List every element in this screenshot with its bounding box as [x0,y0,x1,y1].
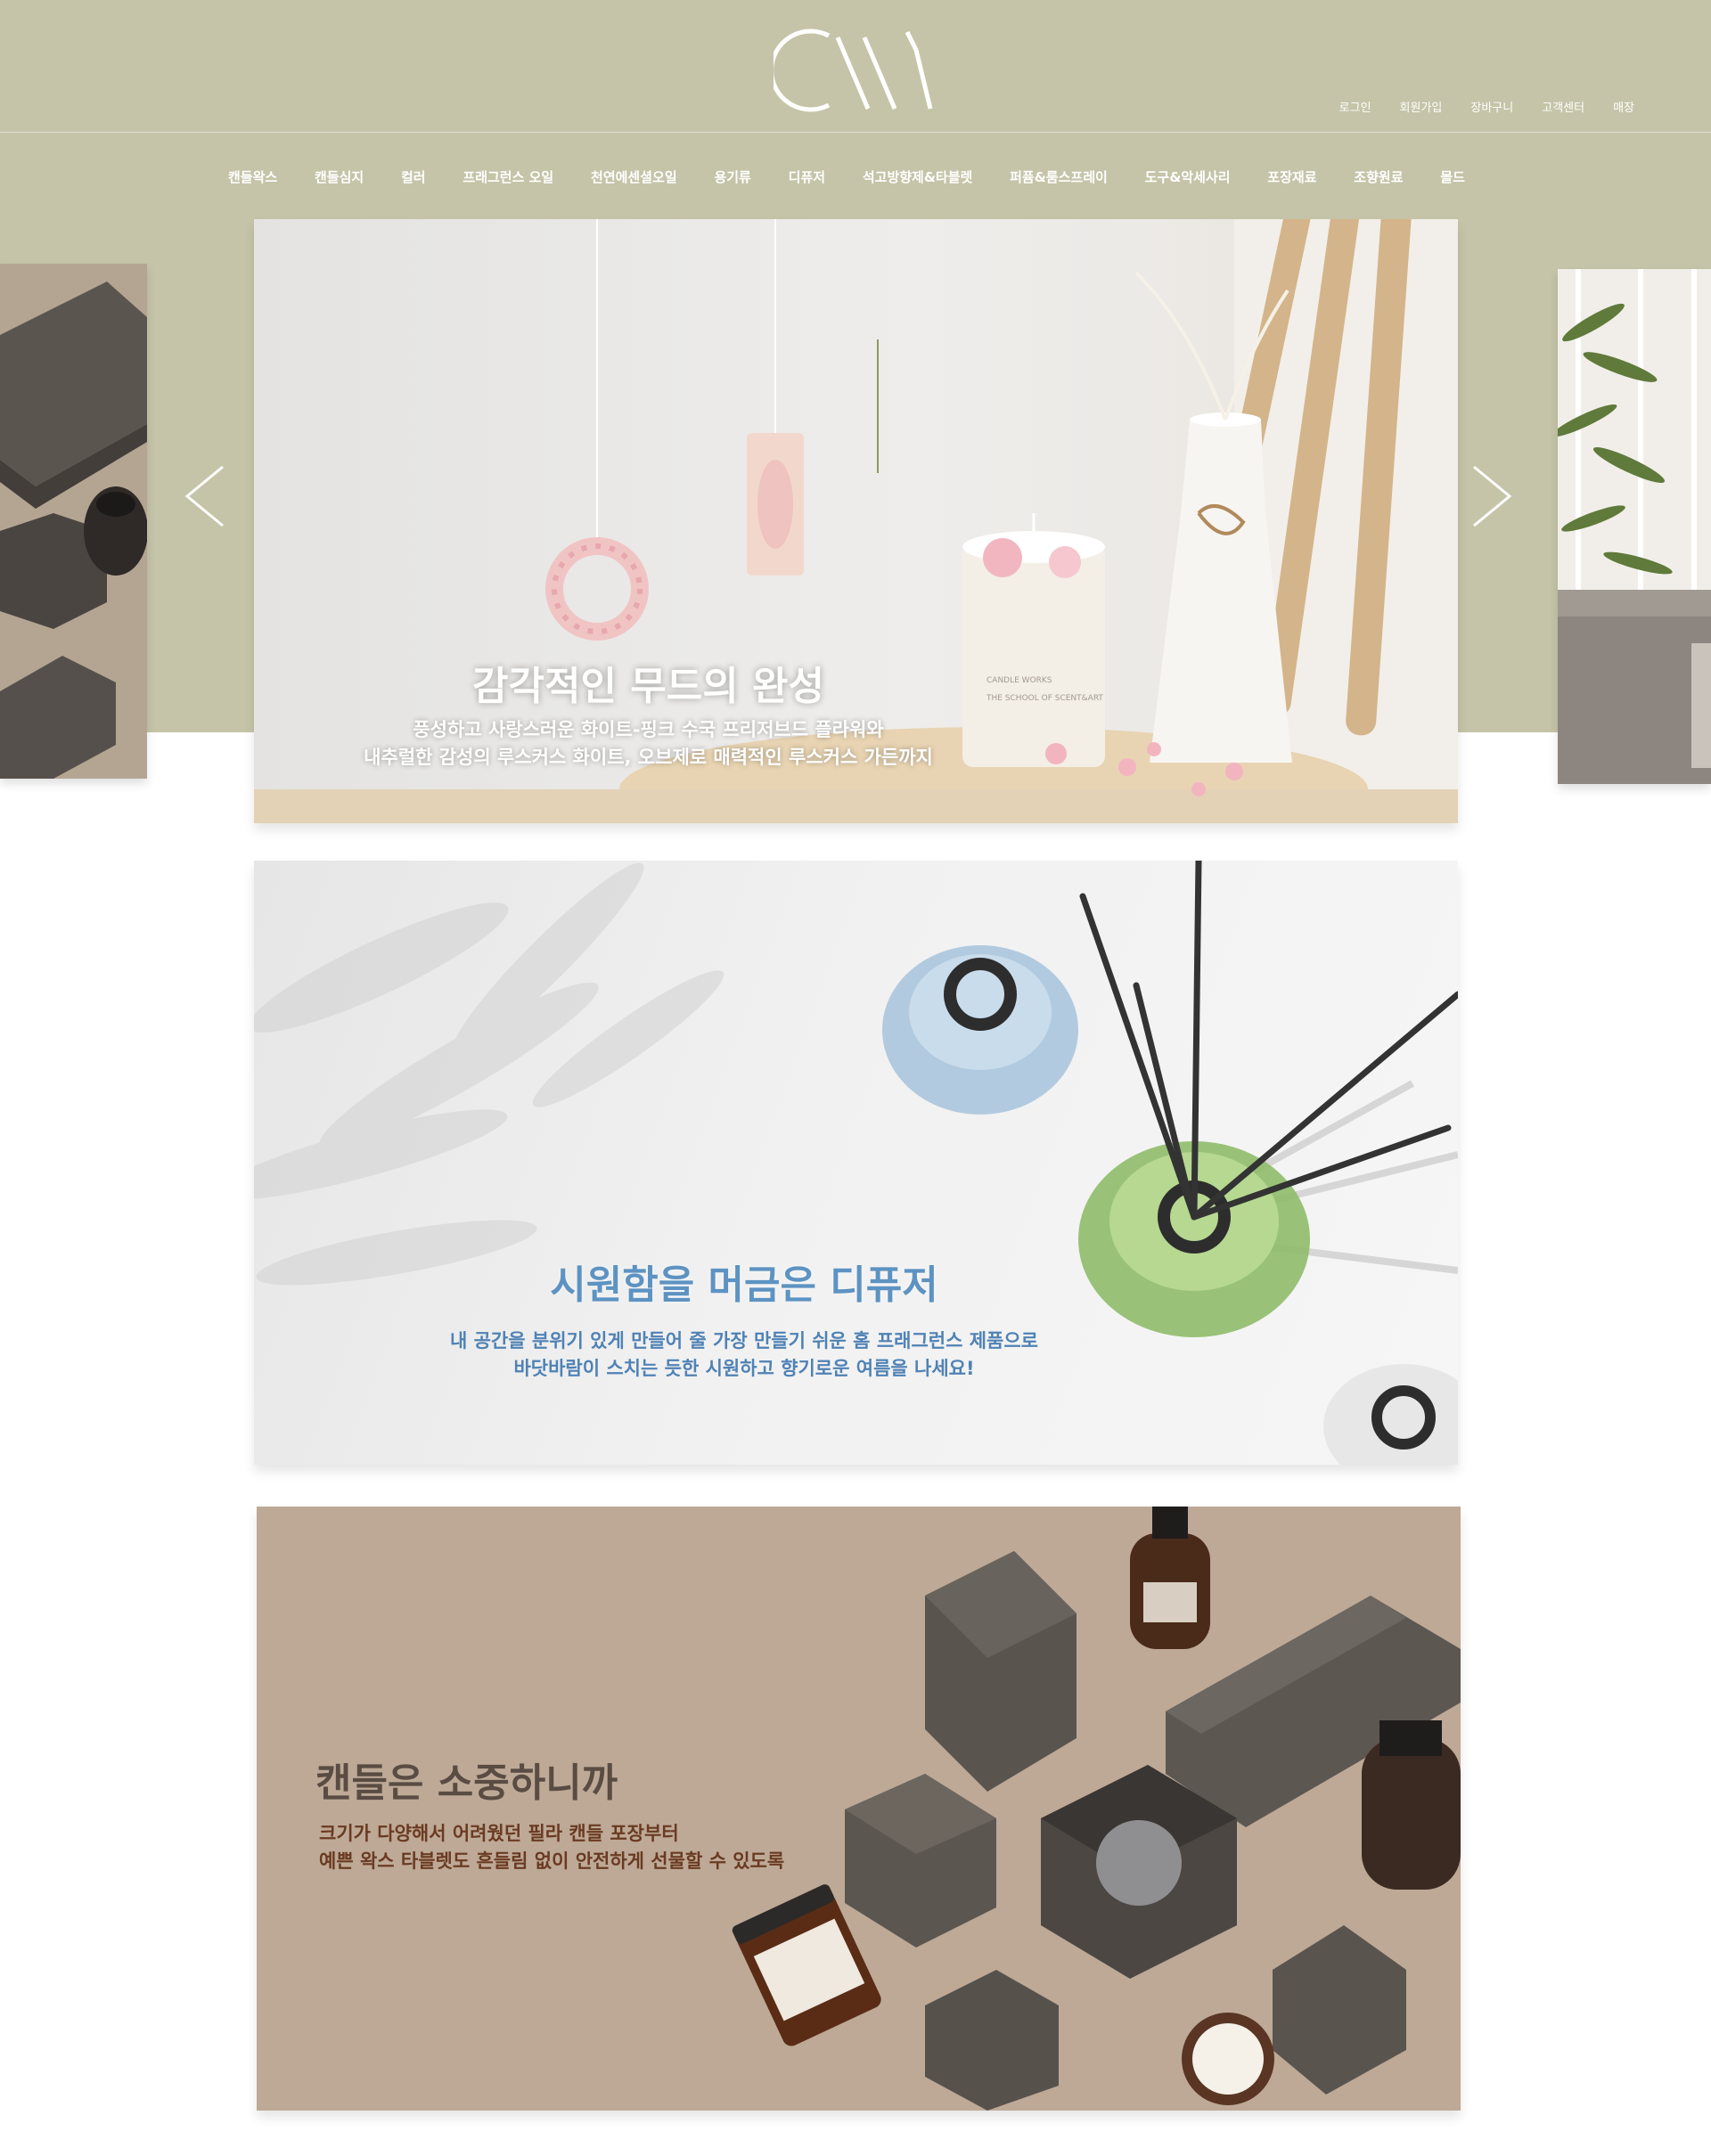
banner2-line-1: 내 공간을 분위기 있게 만들어 줄 가장 만들기 쉬운 홈 프래그런스 제품으… [449,1330,1039,1352]
nav-item-mold[interactable]: 몰드 [1435,166,1470,188]
nav-item-tools-accessories[interactable]: 도구&악세사리 [1140,166,1236,188]
nav-item-fragrance-oil[interactable]: 프래그런스 오일 [457,166,559,188]
nav-item-plaster-tablet[interactable]: 석고방향제&타블렛 [857,166,978,188]
nav-item-candle-wax[interactable]: 캔들왁스 [223,166,282,188]
banner1-line-1: 풍성하고 사랑스러운 화이트-핑크 수국 프리저브드 플라워와 [413,719,884,740]
banner1-description: 풍성하고 사랑스러운 화이트-핑크 수국 프리저브드 플라워와 내추럴한 감성의… [254,716,1043,772]
page: CW 로그인 회원가입 장바구니 고객센터 매장 캔들왁스 캔들심지 컬러 프래… [0,0,1711,2156]
banner3-image [732,1507,1461,2111]
banner3-title: 캔들은 소중하니까 [315,1760,618,1806]
banner2-line-2: 바닷바람이 스치는 듯한 시원하고 향기로운 여름을 나세요! [513,1358,975,1379]
cart-link[interactable]: 장바구니 [1456,94,1527,118]
nav-item-perfume-room-spray[interactable]: 퍼퓸&룸스프레이 [1004,166,1113,188]
banner2-title: 시원함을 머금은 디퓨저 [550,1262,938,1308]
nav-item-perfumery-materials[interactable]: 조향원료 [1348,166,1408,188]
customer-center-link[interactable]: 고객센터 [1527,94,1599,118]
utility-nav: 로그인 회원가입 장바구니 고객센터 매장 [1325,94,1649,118]
login-link[interactable]: 로그인 [1325,94,1386,118]
category-nav: 캔들왁스 캔들심지 컬러 프래그런스 오일 천연에센셜오일 용기류 디퓨저 석고… [223,166,1470,188]
signup-link[interactable]: 회원가입 [1386,94,1457,118]
banner3-line-2: 예쁜 왁스 타블렛도 흔들림 없이 안전하게 선물할 수 있도록 [319,1850,785,1872]
packaging-preview-image [0,264,147,779]
banner3-description: 크기가 다양해서 어려웠던 필라 캔들 포장부터 예쁜 왁스 타블렛도 흔들림 … [319,1820,784,1875]
cw-logo[interactable]: CW [774,27,939,116]
banner1-title: 감각적인 무드의 완성 [472,664,824,709]
nav-item-containers[interactable]: 용기류 [708,166,756,188]
banner-preserved-flower[interactable]: CANDLE WORKS THE SCHOOL OF SCENT&ART 감각적… [254,219,1458,823]
slide-preview-left[interactable] [0,264,147,779]
nav-item-essential-oil[interactable]: 천연에센셜오일 [585,166,683,188]
nav-item-candle-wick[interactable]: 캔들심지 [309,166,369,188]
nav-item-diffuser[interactable]: 디퓨저 [783,166,831,188]
prev-slide-button[interactable]: chevron-left-icon [182,463,228,529]
banner-diffuser[interactable]: 시원함을 머금은 디퓨저 내 공간을 분위기 있게 만들어 줄 가장 만들기 쉬… [254,861,1458,1465]
interior-preview-image [1558,269,1711,784]
nav-item-packaging[interactable]: 포장재료 [1262,166,1322,188]
nav-item-color[interactable]: 컬러 [396,166,431,188]
banner-candle-packaging[interactable]: 캔들은 소중하니까 크기가 다양해서 어려웠던 필라 캔들 포장부터 예쁜 왁스… [257,1507,1461,2111]
header-divider [0,132,1711,133]
next-slide-button[interactable]: chevron-right-icon [1469,463,1515,529]
slide-preview-right[interactable] [1558,269,1711,784]
banner3-line-1: 크기가 다양해서 어려웠던 필라 캔들 포장부터 [319,1823,679,1844]
store-link[interactable]: 매장 [1599,94,1649,118]
banner2-description: 내 공간을 분위기 있게 만들어 줄 가장 만들기 쉬운 홈 프래그런스 제품으… [254,1327,1234,1383]
banner1-line-2: 내추럴한 감성의 루스커스 화이트, 오브제로 매력적인 루스커스 가든까지 [364,747,933,768]
